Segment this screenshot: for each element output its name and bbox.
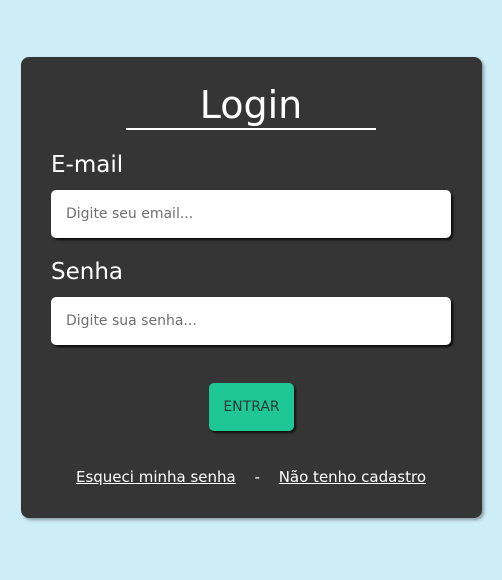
password-input[interactable] — [51, 297, 451, 345]
email-label: E-mail — [51, 152, 124, 178]
footer-links: Esqueci minha senha - Não tenho cadastro — [0, 467, 502, 487]
page-title: Login — [199, 83, 303, 127]
register-link[interactable]: Não tenho cadastro — [279, 468, 426, 486]
email-input[interactable] — [51, 190, 451, 238]
forgot-password-link[interactable]: Esqueci minha senha — [76, 468, 236, 486]
login-submit-button[interactable]: ENTRAR — [209, 383, 294, 431]
password-label: Senha — [51, 259, 123, 285]
link-separator: - — [254, 468, 260, 486]
title-underline — [126, 128, 376, 130]
